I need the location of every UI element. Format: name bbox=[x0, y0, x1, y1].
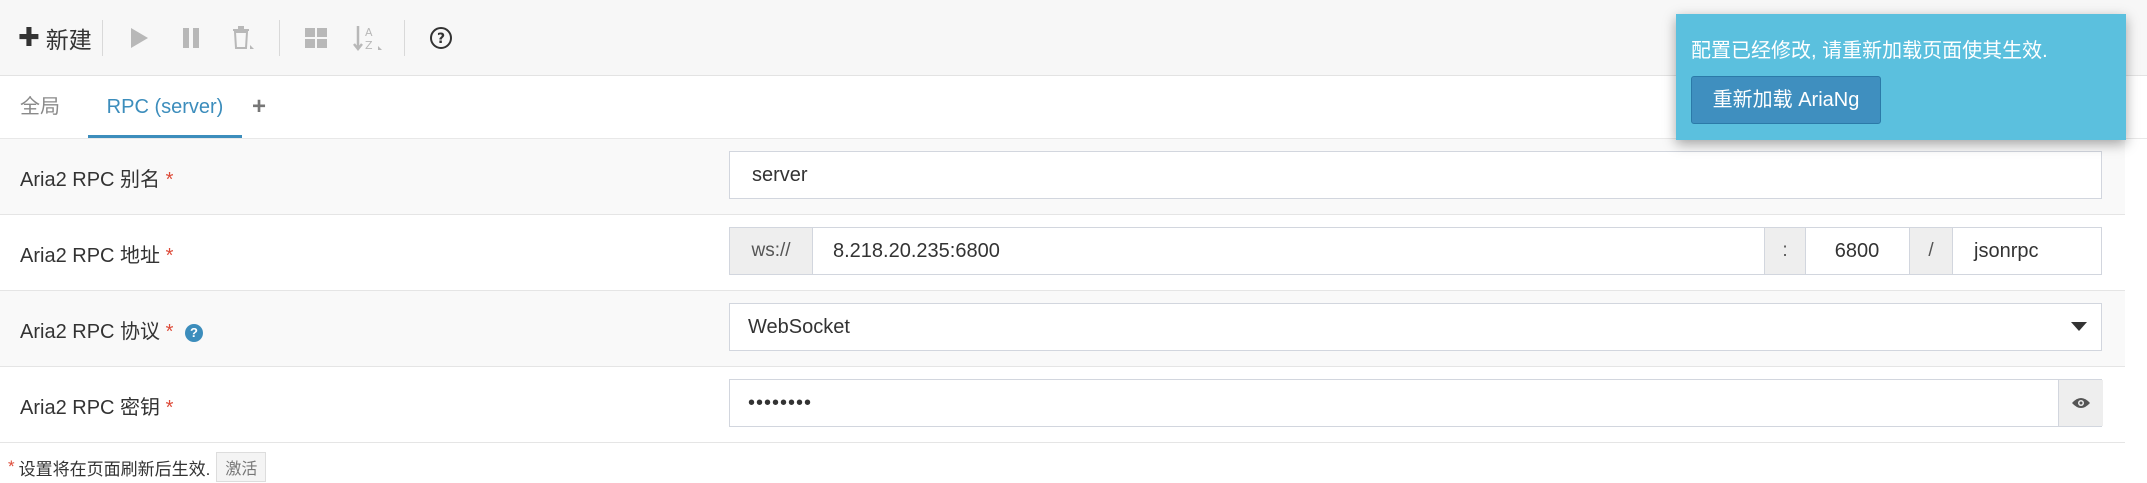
tab-global[interactable]: 全局 bbox=[20, 76, 60, 138]
address-label: Aria2 RPC 地址 * bbox=[20, 245, 174, 267]
svg-text:Z: Z bbox=[365, 39, 373, 52]
play-icon[interactable] bbox=[117, 16, 161, 60]
pause-icon[interactable] bbox=[169, 16, 213, 60]
protocol-label: Aria2 RPC 协议 * ? bbox=[20, 315, 203, 344]
protocol-select[interactable]: WebSocket bbox=[729, 303, 2102, 351]
help-icon[interactable]: ? bbox=[419, 16, 463, 60]
alias-label: Aria2 RPC 别名 * bbox=[20, 169, 174, 191]
help-icon[interactable]: ? bbox=[184, 323, 203, 342]
toolbar-divider bbox=[101, 19, 103, 56]
toolbar-divider bbox=[403, 19, 405, 56]
protocol-addon[interactable]: ws:// bbox=[730, 228, 812, 274]
new-task-label: 新建 bbox=[45, 26, 92, 53]
eye-icon bbox=[2072, 397, 2090, 408]
required-mark: * bbox=[165, 169, 174, 191]
reload-notification: 配置已经修改, 请重新加载页面使其生效. 重新加载 AriaNg bbox=[1676, 14, 2126, 140]
tab-rpc-server[interactable]: RPC (server) bbox=[88, 76, 242, 138]
alias-input[interactable]: server bbox=[729, 151, 2102, 199]
required-mark: * bbox=[165, 245, 174, 267]
reload-ariang-button[interactable]: 重新加载 AriaNg bbox=[1691, 76, 1881, 124]
trash-icon[interactable] bbox=[221, 16, 265, 60]
setting-row-address: Aria2 RPC 地址 * ws:// 8.218.20.235:6800 :… bbox=[0, 215, 2125, 291]
add-rpc-tab-button[interactable]: + bbox=[252, 76, 266, 138]
slash-addon: / bbox=[1910, 228, 1952, 274]
required-mark: * bbox=[8, 457, 15, 476]
setting-row-alias: Aria2 RPC 别名 * server bbox=[0, 139, 2125, 215]
show-password-button[interactable] bbox=[2058, 380, 2103, 426]
chevron-down-icon bbox=[2071, 322, 2087, 331]
colon-addon: : bbox=[1765, 228, 1805, 274]
secret-label: Aria2 RPC 密钥 * bbox=[20, 397, 174, 419]
divider bbox=[812, 228, 813, 274]
plus-icon: ✚ bbox=[18, 22, 40, 52]
setting-row-protocol: Aria2 RPC 协议 * ? WebSocket bbox=[0, 291, 2125, 367]
sort-az-icon[interactable]: AZ bbox=[346, 16, 390, 60]
notification-message: 配置已经修改, 请重新加载页面使其生效. bbox=[1691, 40, 2048, 62]
new-task-button[interactable]: ✚ 新建 bbox=[18, 21, 92, 55]
grid-icon[interactable] bbox=[294, 16, 338, 60]
divider bbox=[1952, 228, 1953, 274]
footnote-text: 设置将在页面刷新后生效. bbox=[18, 459, 211, 479]
activate-button[interactable]: 激活 bbox=[216, 452, 267, 482]
toolbar-divider bbox=[278, 19, 280, 56]
required-mark: * bbox=[165, 397, 174, 419]
setting-row-secret: Aria2 RPC 密钥 * •••••••• bbox=[0, 367, 2125, 443]
rpc-address-group: ws:// 8.218.20.235:6800 : 6800 / jsonrpc bbox=[729, 227, 2102, 275]
required-mark: * bbox=[165, 321, 174, 343]
settings-footnote: * 设置将在页面刷新后生效. 激活 bbox=[8, 452, 267, 482]
svg-text:A: A bbox=[365, 26, 373, 39]
rpc-path-input[interactable]: jsonrpc bbox=[1974, 228, 2038, 274]
secret-input[interactable]: •••••••• bbox=[729, 379, 2103, 427]
svg-text:?: ? bbox=[437, 31, 445, 47]
rpc-port-input[interactable]: 6800 bbox=[1805, 228, 1909, 274]
rpc-host-input[interactable]: 8.218.20.235:6800 bbox=[833, 228, 1000, 274]
